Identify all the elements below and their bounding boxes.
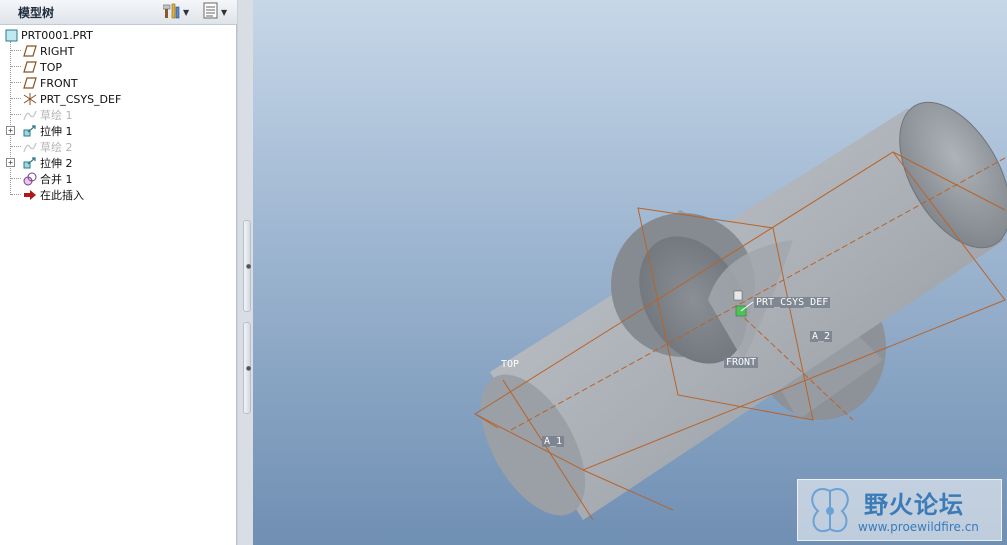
expand-toggle[interactable]: + (6, 158, 15, 167)
watermark: 野火论坛 www.proewildfire.cn (797, 479, 1002, 541)
tree-item-label: 草绘 2 (40, 141, 73, 154)
insert-here-arrow-icon (23, 188, 37, 202)
tree-item-sketch-1[interactable]: 草绘 1 (23, 107, 73, 123)
tree-item-label: 草绘 1 (40, 109, 73, 122)
tree-connector (11, 114, 21, 115)
datum-plane-icon (23, 44, 37, 58)
settings-tools-icon (162, 3, 181, 23)
extrude-icon (23, 156, 37, 170)
model-tree-panel: 模型树 ▼ ▼ PRT0001.PRT RIGHT TOP FRONT PRT_… (0, 0, 237, 545)
tree-item-right[interactable]: RIGHT (23, 43, 74, 59)
tree-connector (11, 50, 21, 51)
tree-item-front[interactable]: FRONT (23, 75, 78, 91)
model-3d-view[interactable] (253, 0, 1007, 545)
sketch-icon (23, 140, 37, 154)
datum-label-top[interactable]: TOP (499, 359, 521, 370)
tree-item-label: 在此插入 (40, 189, 84, 202)
tree-connector (11, 146, 21, 147)
datum-label-front[interactable]: FRONT (724, 357, 759, 368)
tree-connector (11, 178, 21, 179)
collapse-handle-bottom[interactable]: ● (243, 322, 251, 414)
watermark-url: www.proewildfire.cn (858, 520, 979, 534)
datum-label-csys[interactable]: PRT_CSYS_DEF (754, 297, 831, 308)
watermark-logo-icon (804, 483, 856, 543)
show-list-icon (203, 2, 219, 23)
tree-item-label: TOP (40, 60, 63, 74)
model-tree-title: 模型树 (18, 6, 55, 20)
datum-plane-icon (23, 60, 37, 74)
tree-item-label: 合并 1 (40, 173, 73, 186)
tree-connector (11, 82, 21, 83)
merge-icon (23, 172, 37, 186)
graphics-viewport[interactable]: TOP FRONT PRT_CSYS_DEF A_1 A_2 (253, 0, 1007, 545)
tree-connector (11, 66, 21, 67)
model-tree-header: 模型树 ▼ ▼ (0, 0, 237, 25)
tree-item-label: FRONT (40, 76, 78, 90)
collapse-handle-top[interactable]: ● (243, 220, 251, 312)
tree-item-label: RIGHT (40, 44, 75, 58)
tree-item-csys[interactable]: PRT_CSYS_DEF (23, 91, 121, 107)
settings-button[interactable]: ▼ (162, 3, 190, 23)
datum-plane-icon (23, 76, 37, 90)
coordinate-system-icon (23, 92, 37, 106)
tree-connector (11, 98, 21, 99)
tree-item-sketch-2[interactable]: 草绘 2 (23, 139, 73, 155)
part-icon (4, 28, 18, 42)
tree-item-top[interactable]: TOP (23, 59, 62, 75)
tree-item-insert-here[interactable]: 在此插入 (23, 187, 84, 203)
sketch-icon (23, 108, 37, 122)
extrude-icon (23, 124, 37, 138)
tree-connector (10, 41, 11, 195)
tree-item-label: PRT0001.PRT (21, 28, 93, 42)
chevron-down-icon: ▼ (221, 8, 228, 17)
tree-item-label: PRT_CSYS_DEF (40, 92, 122, 106)
axis-label-a2[interactable]: A_2 (810, 331, 833, 342)
tree-item-part[interactable]: PRT0001.PRT (4, 27, 93, 43)
panel-splitter[interactable]: ● ● (237, 0, 253, 545)
tree-item-label: 拉伸 2 (40, 157, 73, 170)
watermark-title: 野火论坛 (864, 491, 964, 519)
model-tree-body: PRT0001.PRT RIGHT TOP FRONT PRT_CSYS_DEF… (0, 26, 237, 545)
tree-item-merge-1[interactable]: 合并 1 (23, 171, 73, 187)
tree-item-extrude-1[interactable]: 拉伸 1 (23, 123, 73, 139)
chevron-down-icon: ▼ (183, 8, 190, 17)
expand-toggle[interactable]: + (6, 126, 15, 135)
tree-connector (11, 194, 21, 195)
axis-label-a1[interactable]: A_1 (542, 436, 565, 447)
tree-item-extrude-2[interactable]: 拉伸 2 (23, 155, 73, 171)
tree-item-label: 拉伸 1 (40, 125, 73, 138)
show-menu-button[interactable]: ▼ (203, 2, 228, 23)
